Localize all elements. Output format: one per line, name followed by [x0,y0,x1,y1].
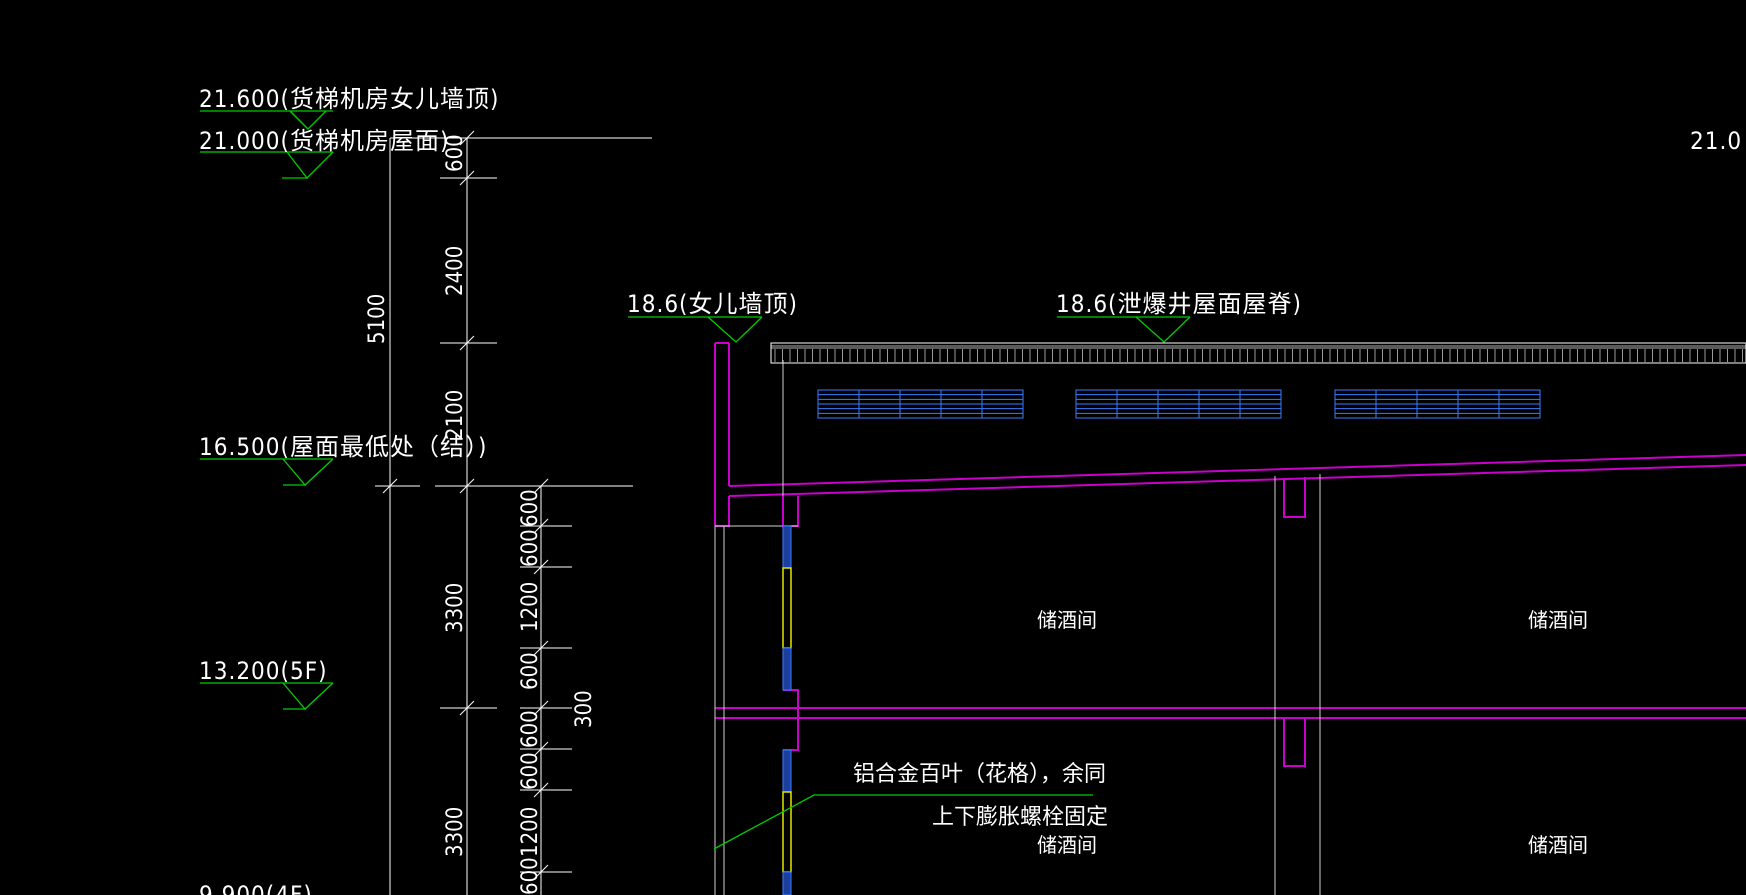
louver-panels [817,389,1541,419]
dim-3300-lower: 3300 [443,807,468,857]
level-marker-ridge [1057,316,1191,343]
dim-5100: 5100 [365,294,390,344]
dim-600-win-a: 600 [518,489,543,527]
level-marker-16500 [200,458,334,486]
dim-600-top: 600 [443,134,468,172]
facade-window-upper [782,525,792,691]
level-label-13200: 13.200(5F) [199,657,328,685]
dimension-lines [375,130,652,895]
parapet-wall [714,342,730,526]
cad-section-drawing[interactable]: 21.600(货梯机房女儿墙顶) 21.000(货梯机房屋面) 16.500(屋… [0,0,1746,895]
level-label-21000: 21.000(货梯机房屋面) [199,127,449,155]
level-label-9900: 9.900(4F) [199,881,313,895]
roof-panel-strip [770,342,1746,364]
room-label: 储酒间 [1528,608,1588,632]
dim-1200-upper: 1200 [518,582,543,632]
level-label-21600: 21.600(货梯机房女儿墙顶) [199,85,499,113]
room-label: 储酒间 [1037,608,1097,632]
dim-2400: 2400 [443,246,468,296]
dim-600-win-d: 600 [518,710,543,748]
floor-slab-5f [715,689,1746,767]
dim-600-win-b: 600 [518,529,543,567]
dim-1200-lower: 1200 [518,807,543,857]
level-label-parapet-top: 18.6(女儿墙顶) [627,290,798,318]
dim-300: 300 [572,690,597,728]
note-louver: 铝合金百叶（花格），余同 [853,762,1106,787]
level-marker-parapet [628,316,763,343]
dim-600-win-e: 600 [518,752,543,790]
dim-600-bottom: 600 [518,857,543,895]
note-bolts: 上下膨胀螺栓固定 [932,805,1108,830]
dim-2100: 2100 [443,390,468,440]
facade-window-lower [782,749,792,895]
room-label: 储酒间 [1037,833,1097,857]
level-label-right-edge: 21.0 [1690,127,1742,155]
dim-600-win-c: 600 [518,652,543,690]
dim-3300-upper: 3300 [443,583,468,633]
level-marker-21000 [200,151,334,179]
room-label: 储酒间 [1528,833,1588,857]
roof-slab [715,454,1746,527]
level-marker-13200 [200,682,334,710]
level-label-ridge: 18.6(泄爆井屋面屋脊) [1056,290,1302,318]
